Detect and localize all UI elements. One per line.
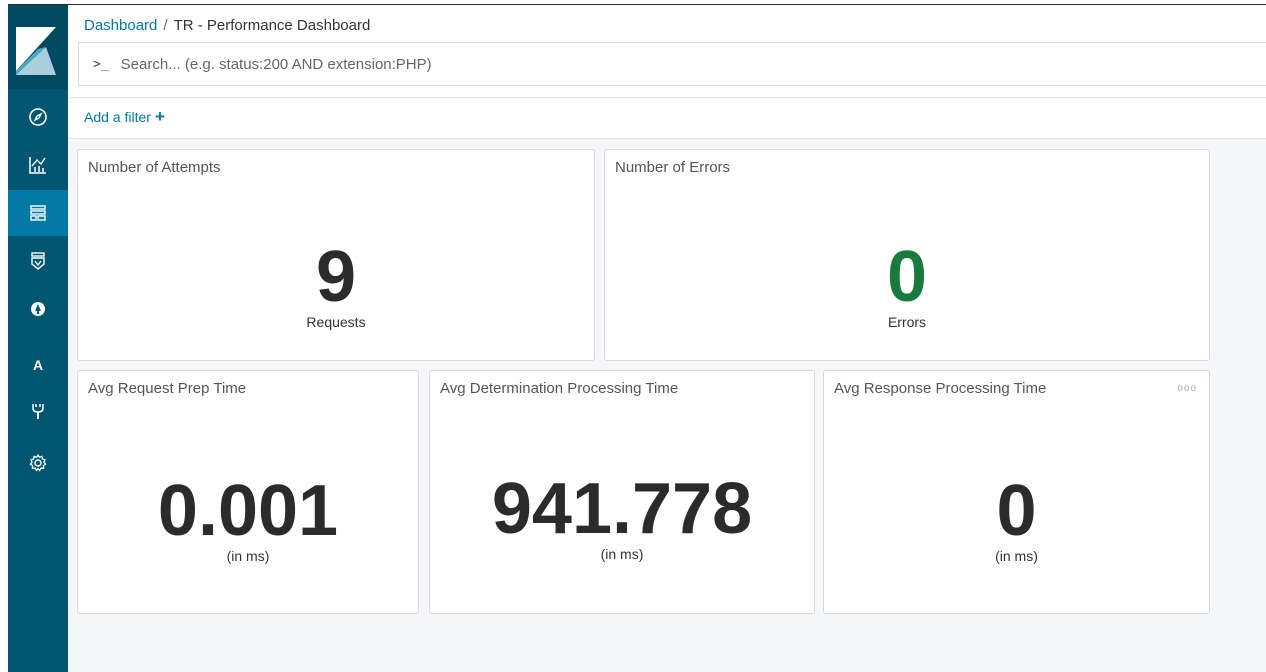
letter-a-icon: A <box>32 357 44 373</box>
panel-title: Number of Attempts <box>88 159 221 176</box>
metric-label: (in ms) <box>226 548 270 564</box>
filter-bar: Add a filter + <box>68 97 1266 139</box>
apm-icon <box>31 302 45 316</box>
panel-number-of-errors: Number of Errors 0 Errors <box>604 149 1210 361</box>
terminal-prompt-icon: >_ <box>93 56 109 72</box>
panel-title: Number of Errors <box>615 159 731 176</box>
panel-title: Avg Determination Processing Time <box>440 380 679 397</box>
metric-value: 0.001 <box>157 471 339 551</box>
metric: 0 Errors <box>605 237 1209 330</box>
nav-dashboard[interactable] <box>8 190 68 236</box>
metric-value: 9 <box>315 237 357 317</box>
gear-icon <box>29 453 47 472</box>
plus-icon: + <box>154 107 165 126</box>
panel-avg-request-prep-time: Avg Request Prep Time 0.001 (in ms) <box>77 370 419 614</box>
metric-label: (in ms) <box>995 548 1038 564</box>
nav-discover[interactable] <box>8 94 68 140</box>
breadcrumb-separator: / <box>163 17 168 34</box>
breadcrumb-current: TR - Performance Dashboard <box>173 17 371 34</box>
breadcrumb: Dashboard / TR - Performance Dashboard <box>84 17 370 34</box>
panel-avg-determination-processing-time: Avg Determination Processing Time 941.77… <box>429 370 815 614</box>
panel-number-of-attempts: Number of Attempts 9 Requests <box>77 149 595 361</box>
kibana-logo-icon <box>16 27 56 75</box>
add-filter-button[interactable]: Add a filter + <box>84 107 165 126</box>
panel-options-icon[interactable]: ooo <box>1177 383 1197 394</box>
panel-title: Avg Request Prep Time <box>88 380 247 397</box>
shield-icon <box>31 252 45 270</box>
nav-timelion[interactable] <box>8 238 68 284</box>
sidebar: A <box>8 5 68 672</box>
nav-management[interactable] <box>8 440 68 486</box>
wrench-icon <box>32 404 44 419</box>
metric: 0.001 (in ms) <box>78 471 418 564</box>
query-bar: >_ <box>78 42 1266 86</box>
bar-chart-icon <box>29 157 46 174</box>
window-frame-left <box>0 0 8 672</box>
metric: 0 (in ms) <box>824 471 1209 564</box>
nav-app-a[interactable]: A <box>8 342 68 388</box>
nav-dev-tools[interactable] <box>8 388 68 434</box>
metric: 941.778 (in ms) <box>430 469 814 562</box>
kibana-logo[interactable] <box>8 5 68 89</box>
search-input[interactable] <box>118 54 1223 74</box>
metric: 9 Requests <box>78 237 594 330</box>
metric-value: 0 <box>886 237 928 317</box>
nav-apm[interactable] <box>8 286 68 332</box>
metric-label: Requests <box>306 314 366 330</box>
compass-icon <box>29 108 47 126</box>
panel-title: Avg Response Processing Time <box>834 380 1047 397</box>
nav-visualize[interactable] <box>8 142 68 188</box>
dashboard-icon <box>30 205 46 221</box>
metric-label: (in ms) <box>600 546 644 562</box>
metric-value: 941.778 <box>491 469 753 549</box>
add-filter-label: Add a filter <box>84 109 151 125</box>
panel-avg-response-processing-time: Avg Response Processing Time ooo 0 (in m… <box>823 370 1210 614</box>
breadcrumb-dashboard-link[interactable]: Dashboard <box>84 17 157 34</box>
top-header: Dashboard / TR - Performance Dashboard >_ <box>68 5 1266 97</box>
metric-label: Errors <box>887 314 927 330</box>
metric-value: 0 <box>996 471 1037 551</box>
